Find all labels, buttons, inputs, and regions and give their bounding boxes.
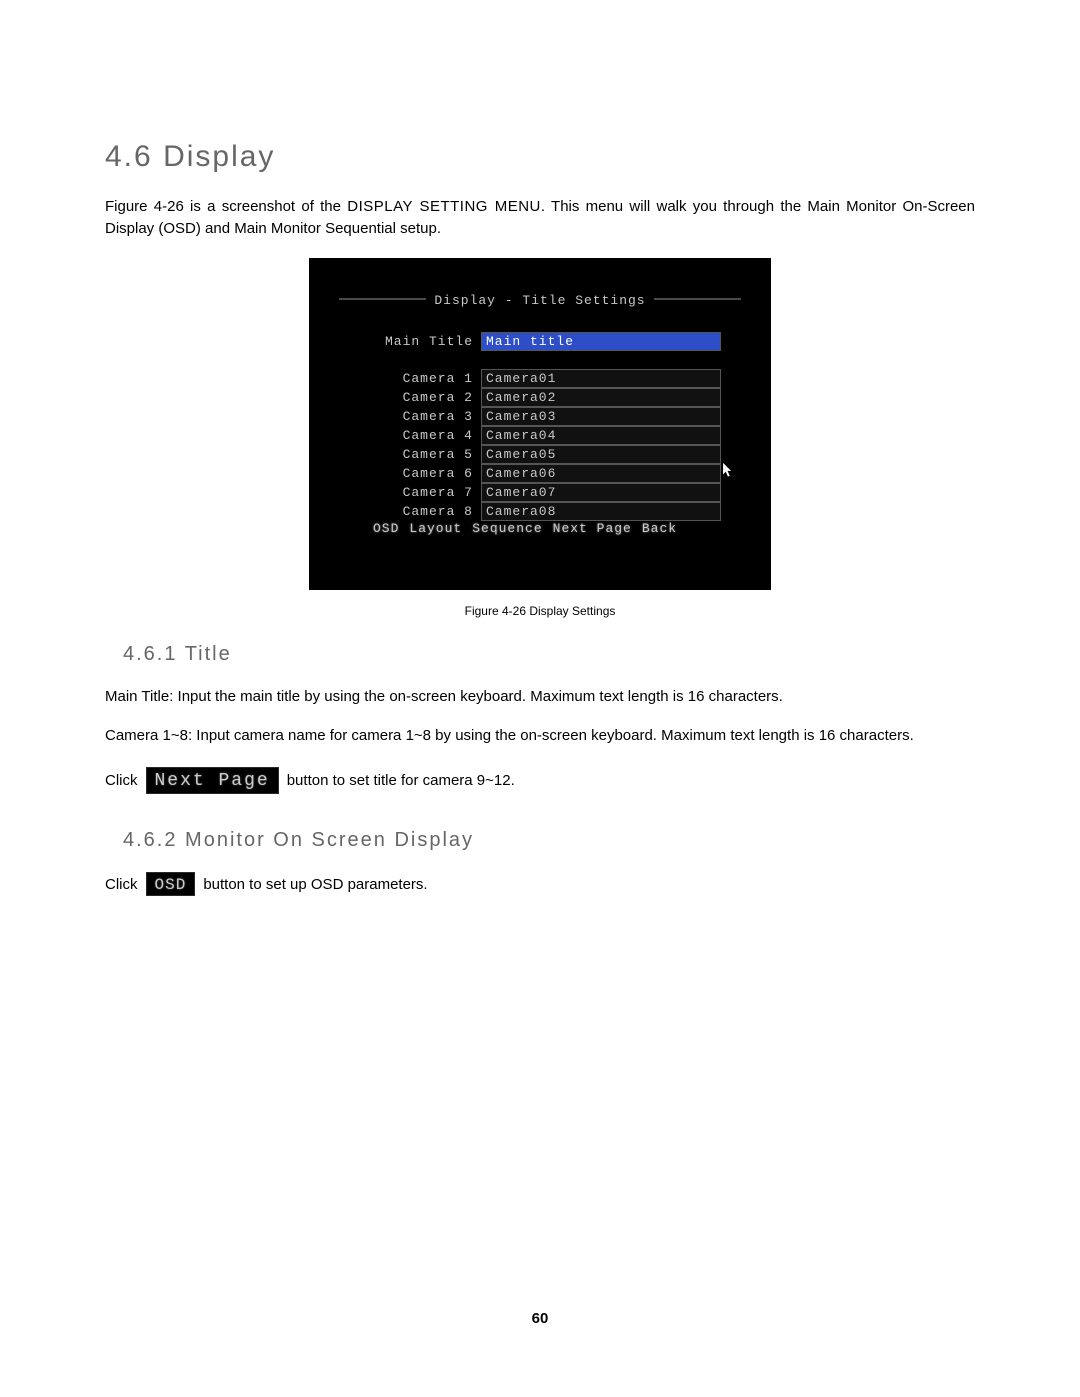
- row-camera-5: Camera 5 Camera05: [371, 445, 721, 464]
- menu-layout[interactable]: Layout: [409, 521, 462, 536]
- row-camera-6: Camera 6 Camera06: [371, 464, 721, 483]
- next-page-button[interactable]: Next Page: [146, 767, 279, 794]
- input-camera-6[interactable]: Camera06: [481, 464, 721, 483]
- heading-4.6.1-num: 4.6.1: [123, 643, 177, 665]
- screenshot-menu: OSD Layout Sequence Next Page Back: [373, 521, 741, 536]
- input-camera-5[interactable]: Camera05: [481, 445, 721, 464]
- label-camera-3: Camera 3: [371, 409, 481, 424]
- heading-4.6.2-title: Monitor On Screen Display: [185, 829, 474, 851]
- label-camera-5: Camera 5: [371, 447, 481, 462]
- intro-caps: DISPLAY SETTING MENU: [347, 198, 541, 215]
- menu-sequence[interactable]: Sequence: [472, 521, 542, 536]
- page: 4.6 Display Figure 4-26 is a screenshot …: [0, 0, 1080, 1397]
- menu-osd[interactable]: OSD: [373, 521, 399, 536]
- p-main-title-body: Input the main title by using the on-scr…: [173, 688, 782, 705]
- heading-4.6-title: Display: [163, 140, 275, 173]
- label-camera-8: Camera 8: [371, 504, 481, 519]
- screenshot-figure: Display - Title Settings Main Title Main…: [105, 258, 975, 618]
- row-camera-4: Camera 4 Camera04: [371, 426, 721, 445]
- heading-4.6: 4.6 Display: [105, 140, 975, 174]
- screenshot-title: Display - Title Settings: [309, 293, 771, 308]
- menu-back[interactable]: Back: [642, 521, 677, 536]
- label-main-title: Main Title: [371, 334, 481, 349]
- click-next-page-line: Click Next Page button to set title for …: [105, 767, 975, 794]
- page-number: 60: [0, 1310, 1080, 1327]
- screenshot-body: Main Title Main title Camera 1 Camera01 …: [371, 332, 721, 521]
- input-camera-7[interactable]: Camera07: [481, 483, 721, 502]
- screenshot: Display - Title Settings Main Title Main…: [309, 258, 771, 590]
- cursor-icon: [722, 462, 733, 478]
- screenshot-title-text: Display - Title Settings: [426, 293, 653, 308]
- intro-paragraph: Figure 4-26 is a screenshot of the DISPL…: [105, 196, 975, 240]
- label-camera-2: Camera 2: [371, 390, 481, 405]
- click-osd-line: Click OSD button to set up OSD parameter…: [105, 872, 975, 896]
- heading-4.6-num: 4.6: [105, 140, 153, 173]
- p-main-title-lead: Main Title:: [105, 688, 173, 705]
- row-camera-3: Camera 3 Camera03: [371, 407, 721, 426]
- intro-text-1: is a screenshot of the: [184, 198, 347, 215]
- input-camera-8[interactable]: Camera08: [481, 502, 721, 521]
- click-text-post-2: button to set up OSD parameters.: [203, 876, 427, 893]
- p-camera-lead: Camera 1~8:: [105, 727, 192, 744]
- figure-caption: Figure 4-26 Display Settings: [465, 604, 616, 618]
- heading-4.6.1-title: Title: [185, 643, 232, 665]
- input-main-title[interactable]: Main title: [481, 332, 721, 351]
- row-camera-2: Camera 2 Camera02: [371, 388, 721, 407]
- label-camera-6: Camera 6: [371, 466, 481, 481]
- osd-button[interactable]: OSD: [146, 872, 196, 896]
- p-camera: Camera 1~8: Input camera name for camera…: [105, 725, 975, 747]
- label-camera-1: Camera 1: [371, 371, 481, 386]
- input-camera-3[interactable]: Camera03: [481, 407, 721, 426]
- p-camera-body: Input camera name for camera 1~8 by usin…: [192, 727, 914, 744]
- click-text-pre-2: Click: [105, 876, 138, 893]
- row-camera-8: Camera 8 Camera08: [371, 502, 721, 521]
- intro-fig-ref: Figure 4-26: [105, 198, 184, 215]
- row-camera-7: Camera 7 Camera07: [371, 483, 721, 502]
- label-camera-4: Camera 4: [371, 428, 481, 443]
- menu-next-page[interactable]: Next Page: [553, 521, 632, 536]
- heading-4.6.2-num: 4.6.2: [123, 829, 177, 851]
- click-text-post: button to set title for camera 9~12.: [287, 772, 515, 789]
- input-camera-1[interactable]: Camera01: [481, 369, 721, 388]
- label-camera-7: Camera 7: [371, 485, 481, 500]
- row-main-title: Main Title Main title: [371, 332, 721, 351]
- click-text-pre: Click: [105, 772, 138, 789]
- input-camera-2[interactable]: Camera02: [481, 388, 721, 407]
- heading-4.6.1: 4.6.1 Title: [105, 643, 975, 666]
- heading-4.6.2: 4.6.2 Monitor On Screen Display: [105, 829, 975, 852]
- p-main-title: Main Title: Input the main title by usin…: [105, 686, 975, 708]
- row-camera-1: Camera 1 Camera01: [371, 369, 721, 388]
- input-camera-4[interactable]: Camera04: [481, 426, 721, 445]
